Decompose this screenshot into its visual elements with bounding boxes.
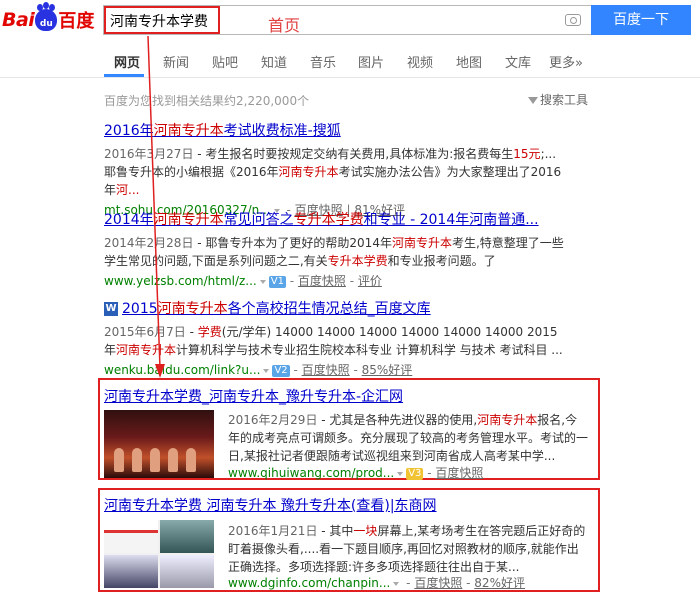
result-2: 2014年河南专升本常见问答之专升本学费和专业 - 2014年河南普通... 2… bbox=[104, 209, 604, 289]
result-1-title[interactable]: 2016年河南专升本考试收费标准-搜狐 bbox=[104, 120, 604, 140]
active-tab-underline bbox=[104, 74, 144, 77]
v-badge[interactable]: V2 bbox=[272, 364, 290, 377]
result-4-title[interactable]: 河南专升本学费_河南专升本_豫升专升本-企汇网 bbox=[104, 386, 604, 406]
funnel-icon bbox=[528, 97, 538, 104]
tab-more[interactable]: 更多» bbox=[549, 52, 583, 71]
paw-icon: du bbox=[35, 4, 58, 31]
dropdown-icon[interactable] bbox=[397, 471, 404, 476]
annotation-home: 首页 bbox=[268, 16, 301, 35]
result-count: 百度为您找到相关结果约2,220,000个 bbox=[104, 94, 310, 108]
tab-map[interactable]: 地图 bbox=[456, 52, 482, 71]
rating-link[interactable]: 85%好评 bbox=[362, 363, 413, 377]
header: Bai du 百度 河南专升本学费 百度一下 首页 bbox=[0, 0, 700, 42]
result-3-title[interactable]: W 2015河南专升本各个高校招生情况总结_百度文库 bbox=[104, 298, 604, 318]
tab-video[interactable]: 视频 bbox=[407, 52, 433, 71]
tab-images[interactable]: 图片 bbox=[358, 52, 384, 71]
snapshot-link[interactable]: 百度快照 bbox=[298, 274, 346, 288]
result-5-url[interactable]: www.dginfo.com/chanpin... - 百度快照 - 82%好评 bbox=[228, 574, 525, 591]
dropdown-icon[interactable] bbox=[263, 368, 270, 373]
tab-tieba[interactable]: 贴吧 bbox=[212, 52, 238, 71]
tab-news[interactable]: 新闻 bbox=[163, 52, 189, 71]
result-3-abstract: 2015年6月7日 - 学费(元/学年) 14000 14000 14000 1… bbox=[104, 325, 563, 357]
result-5-thumbnail[interactable] bbox=[104, 520, 214, 588]
v-badge[interactable]: V1 bbox=[268, 275, 286, 288]
result-4: 河南专升本学费_河南专升本_豫升专升本-企汇网 bbox=[104, 386, 604, 406]
rating-link[interactable]: 评价 bbox=[358, 274, 382, 288]
dropdown-icon[interactable] bbox=[393, 581, 400, 586]
dropdown-icon[interactable] bbox=[259, 279, 266, 284]
snapshot-link[interactable]: 百度快照 bbox=[414, 576, 462, 590]
tab-zhidao[interactable]: 知道 bbox=[261, 52, 287, 71]
result-3-url[interactable]: wenku.baidu.com/link?u... V2 - 百度快照 - 85%… bbox=[104, 361, 604, 378]
search-tools[interactable]: 搜索工具 bbox=[528, 91, 588, 108]
result-3: W 2015河南专升本各个高校招生情况总结_百度文库 2015年6月7日 - 学费… bbox=[104, 298, 604, 378]
search-tools-label: 搜索工具 bbox=[540, 93, 589, 107]
result-2-url[interactable]: www.yelzsb.com/html/z... V1 - 百度快照 - 评价 bbox=[104, 272, 604, 289]
search-highlight-box bbox=[104, 6, 220, 34]
snapshot-link[interactable]: 百度快照 bbox=[302, 363, 350, 377]
result-1-abstract: 2016年3月27日 - 考生报名时要按规定交纳有关费用,具体标准为:报名费每生… bbox=[104, 147, 562, 197]
result-4-thumbnail[interactable] bbox=[104, 410, 214, 478]
v-badge[interactable]: V3 bbox=[406, 467, 424, 480]
result-2-title[interactable]: 2014年河南专升本常见问答之专升本学费和专业 - 2014年河南普通... bbox=[104, 209, 604, 229]
word-doc-icon: W bbox=[104, 302, 118, 316]
result-4-abstract: 2016年2月29日 - 尤其是各种先进仪器的使用,河南专升本报名,今年的成考亮… bbox=[228, 413, 589, 463]
camera-icon[interactable] bbox=[565, 14, 581, 26]
tab-wenku[interactable]: 文库 bbox=[505, 52, 531, 71]
tab-music[interactable]: 音乐 bbox=[310, 52, 336, 71]
result-1: 2016年河南专升本考试收费标准-搜狐 2016年3月27日 - 考生报名时要按… bbox=[104, 120, 604, 218]
result-5-title[interactable]: 河南专升本学费 河南专升本 豫升专升本(查看)|东商网 bbox=[104, 495, 604, 515]
snapshot-link[interactable]: 百度快照 bbox=[435, 466, 483, 480]
rating-link[interactable]: 82%好评 bbox=[474, 576, 525, 590]
result-5: 河南专升本学费 河南专升本 豫升专升本(查看)|东商网 bbox=[104, 495, 604, 515]
search-input[interactable]: 河南专升本学费 bbox=[103, 5, 591, 35]
result-2-abstract: 2014年2月28日 - 耶鲁专升本为了更好的帮助2014年河南专升本考生,特意… bbox=[104, 236, 564, 268]
nav-tabs: 网页 新闻 贴吧 知道 音乐 图片 视频 地图 文库 更多» bbox=[0, 44, 700, 78]
result-4-url[interactable]: www.qihuiwang.com/prod... V3 - 百度快照 bbox=[228, 464, 483, 481]
search-button[interactable]: 百度一下 bbox=[591, 5, 691, 35]
logo-text-baidu: 百度 bbox=[58, 11, 95, 32]
logo-text-bai: Bai bbox=[2, 9, 35, 31]
tab-web[interactable]: 网页 bbox=[114, 52, 140, 71]
result-5-abstract: 2016年1月21日 - 其中一块屏幕上,某考场考生在答完题后正好奇的盯着摄像头… bbox=[228, 524, 586, 574]
baidu-logo[interactable]: Bai du 百度 bbox=[2, 4, 95, 34]
